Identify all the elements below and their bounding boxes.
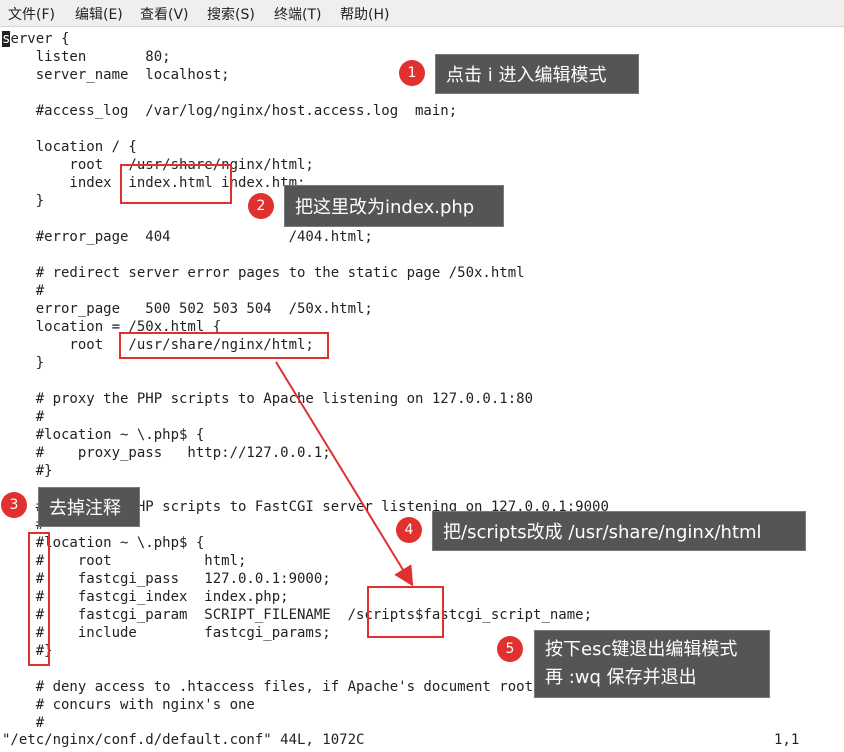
- highlight-comment-marks: [28, 532, 50, 666]
- code-line: }: [2, 355, 45, 371]
- code-line: # include fastcgi_params;: [2, 625, 331, 641]
- file-info: "/etc/nginx/conf.d/default.conf" 44L, 10…: [2, 732, 365, 748]
- code-line: # redirect server error pages to the sta…: [2, 265, 525, 281]
- callout-step-4: 把/scripts改成 /usr/share/nginx/html: [432, 511, 806, 551]
- code-line: #location ~ \.php$ {: [2, 427, 205, 443]
- callout-step-1: 点击 i 进入编辑模式: [435, 54, 639, 94]
- callout-step-5-line1: 按下esc键退出编辑模式: [545, 639, 738, 660]
- menu-terminal[interactable]: 终端(T): [274, 4, 321, 24]
- highlight-root-path: [119, 332, 329, 359]
- code-line: #: [2, 715, 45, 731]
- menu-edit[interactable]: 编辑(E): [75, 4, 123, 24]
- menu-view[interactable]: 查看(V): [140, 4, 189, 24]
- code-line: # fastcgi_pass 127.0.0.1:9000;: [2, 571, 331, 587]
- code-line: #: [2, 409, 45, 425]
- step-badge-1: 1: [399, 60, 425, 86]
- cursor-position: 1,1: [774, 732, 800, 748]
- code-line: # deny access to .htaccess files, if Apa…: [2, 679, 534, 695]
- highlight-index-html: [120, 164, 232, 204]
- code-line: listen 80;: [2, 49, 171, 65]
- code-line: #: [2, 283, 45, 299]
- code-line: error_page 500 502 503 504 /50x.html;: [2, 301, 373, 317]
- code-line: # proxy the PHP scripts to Apache listen…: [2, 391, 534, 407]
- menu-help[interactable]: 帮助(H): [340, 4, 389, 24]
- menu-bar: 文件(F) 编辑(E) 查看(V) 搜索(S) 终端(T) 帮助(H): [0, 0, 844, 27]
- code-line: location / {: [2, 139, 137, 155]
- callout-step-2: 把这里改为index.php: [284, 185, 504, 227]
- code-line: server {: [2, 30, 69, 48]
- highlight-scripts-path: [367, 586, 444, 638]
- callout-step-3: 去掉注释: [38, 487, 140, 527]
- step-badge-3: 3: [1, 492, 27, 518]
- code-line: # fastcgi_param SCRIPT_FILENAME /scripts…: [2, 607, 593, 623]
- callout-step-5-line2: 再 :wq 保存并退出: [545, 667, 697, 688]
- code-line: # proxy_pass http://127.0.0.1;: [2, 445, 331, 461]
- step-badge-5: 5: [497, 636, 523, 662]
- code-line: # concurs with nginx's one: [2, 697, 255, 713]
- step-badge-2: 2: [248, 193, 274, 219]
- menu-search[interactable]: 搜索(S): [207, 4, 255, 24]
- step-badge-4: 4: [396, 517, 422, 543]
- code-line: server_name localhost;: [2, 67, 230, 83]
- code-text: erver {: [10, 31, 70, 47]
- callout-step-5: 按下esc键退出编辑模式 再 :wq 保存并退出: [534, 630, 770, 698]
- vim-status-line: "/etc/nginx/conf.d/default.conf" 44L, 10…: [0, 731, 844, 751]
- code-line: #error_page 404 /404.html;: [2, 229, 373, 245]
- code-line: }: [2, 193, 45, 209]
- menu-file[interactable]: 文件(F): [8, 4, 55, 24]
- code-line: #access_log /var/log/nginx/host.access.l…: [2, 103, 458, 119]
- code-line: #}: [2, 463, 53, 479]
